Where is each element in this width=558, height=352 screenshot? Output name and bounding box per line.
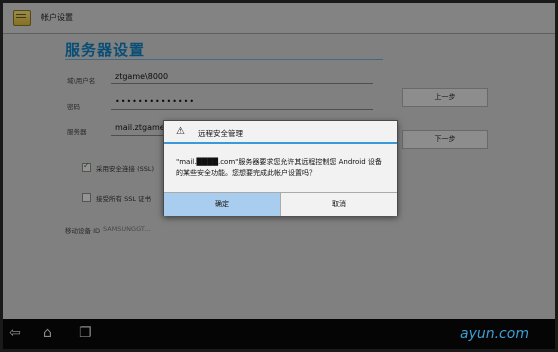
remote-security-dialog: ⚠ 远程安全管理 "mail.████.com"服务器要求您允许其远程控制您 A… bbox=[163, 120, 398, 216]
dialog-button-row: 确定 取消 bbox=[164, 192, 397, 216]
dialog-title: 远程安全管理 bbox=[198, 129, 243, 138]
settings-screen: 帐户设置 服务器设置 域\用户名 ztgame\8000 密码 ••••••••… bbox=[3, 3, 555, 319]
dialog-titlebar: ⚠ 远程安全管理 bbox=[164, 121, 397, 143]
warning-icon: ⚠ bbox=[176, 126, 185, 137]
home-icon[interactable]: ⌂ bbox=[43, 325, 52, 341]
watermark: ayun.com bbox=[460, 326, 529, 342]
dialog-title-divider bbox=[164, 142, 397, 144]
cancel-button[interactable]: 取消 bbox=[281, 193, 397, 216]
back-icon[interactable]: ⇦ bbox=[9, 325, 21, 341]
ok-button[interactable]: 确定 bbox=[164, 193, 281, 216]
recent-apps-icon[interactable]: ❐ bbox=[79, 325, 92, 341]
dialog-message: "mail.████.com"服务器要求您允许其远程控制您 Android 设备… bbox=[176, 158, 382, 177]
